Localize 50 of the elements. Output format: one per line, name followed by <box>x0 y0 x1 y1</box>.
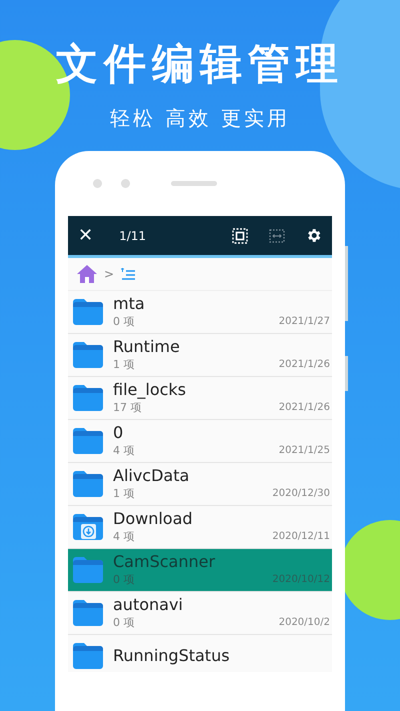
folder-icon <box>71 384 105 412</box>
list-icon[interactable] <box>120 267 136 281</box>
folder-icon <box>71 298 105 326</box>
folder-icon <box>71 556 105 584</box>
file-name: AlivcData <box>113 466 190 486</box>
file-name: mta <box>113 294 146 314</box>
modified-date: 2020/12/11 <box>272 530 330 544</box>
tagline: 轻松 高效 更实用 <box>110 105 290 132</box>
modified-date: 2020/12/30 <box>272 486 330 501</box>
item-count: 1 项 <box>113 486 134 502</box>
file-name: 0 <box>113 422 124 443</box>
modified-date: 2021/1/25 <box>278 444 330 458</box>
close-button[interactable]: ✕ <box>78 226 94 244</box>
folder-icon <box>71 599 105 627</box>
home-icon[interactable] <box>76 263 98 285</box>
folder-icon <box>71 427 105 455</box>
file-name: autonavi <box>113 594 184 615</box>
file-row[interactable]: 0 4 项 2021/1/25 <box>68 420 332 463</box>
selection-counter: 1/11 <box>119 228 146 244</box>
modified-date: 2021/1/26 <box>278 400 330 415</box>
file-row[interactable]: autonavi 0 项 2020/10/2 <box>68 592 332 635</box>
headline: 文件编辑管理 <box>56 38 344 90</box>
file-name: file_locks <box>113 380 187 400</box>
select-all-icon[interactable] <box>232 228 248 244</box>
item-count: 0 项 <box>113 614 134 631</box>
item-count: 0 项 <box>113 314 134 330</box>
folder-icon <box>71 341 105 369</box>
file-row[interactable]: RunningStatus <box>68 635 332 672</box>
item-count: 1 项 <box>113 356 134 373</box>
select-range-icon[interactable] <box>269 228 285 244</box>
speaker-slot <box>171 181 217 186</box>
settings-icon[interactable] <box>305 227 322 244</box>
modified-date: 2021/1/27 <box>278 314 330 329</box>
file-name: CamScanner <box>113 552 216 572</box>
file-name: Download <box>113 508 194 529</box>
file-row[interactable]: file_locks 17 项 2021/1/26 <box>68 377 332 420</box>
breadcrumb-separator: > <box>104 266 114 283</box>
download-folder-icon <box>71 513 105 541</box>
file-row[interactable]: AlivcData 1 项 2020/12/30 <box>68 463 332 506</box>
item-count: 17 项 <box>113 400 142 416</box>
file-name: RunningStatus <box>113 646 231 666</box>
folder-icon <box>71 642 105 670</box>
file-name: Runtime <box>113 336 181 357</box>
item-count: 4 项 <box>113 528 134 545</box>
modified-date: 2020/10/2 <box>278 616 330 630</box>
folder-icon <box>71 470 105 498</box>
modified-date: 2021/1/26 <box>278 358 330 372</box>
item-count: 4 项 <box>113 442 134 459</box>
file-row[interactable]: Runtime 1 项 2021/1/26 <box>68 334 332 377</box>
file-row[interactable]: mta 0 项 2021/1/27 <box>68 291 332 334</box>
